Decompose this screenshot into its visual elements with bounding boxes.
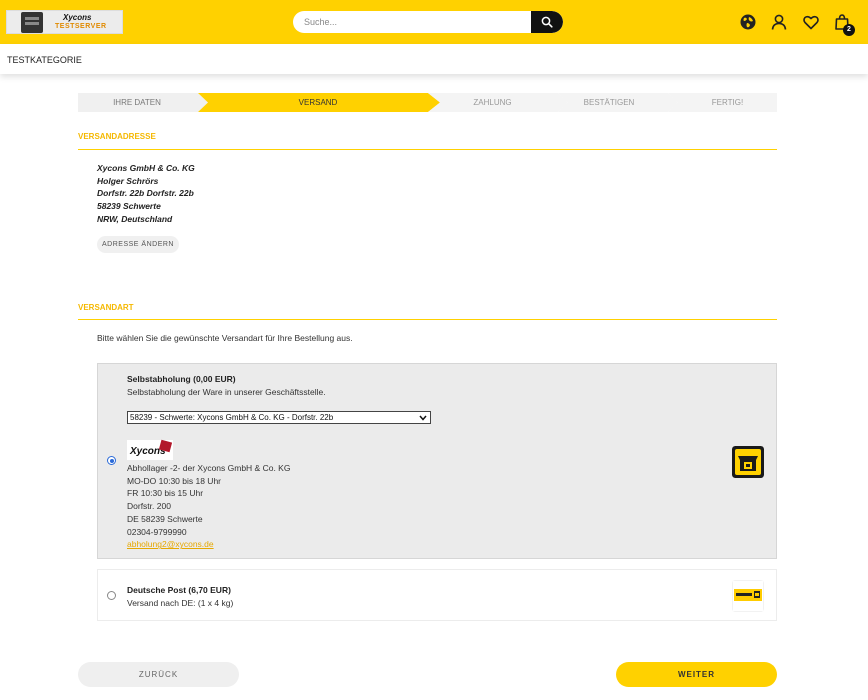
pickup-store-line: FR 10:30 bis 15 Uhr xyxy=(127,488,204,499)
divider xyxy=(78,319,777,320)
pickup-store-line: DE 58239 Schwerte xyxy=(127,513,203,524)
step-ihre-daten[interactable]: IHRE DATEN xyxy=(78,93,196,112)
step-zahlung: ZAHLUNG xyxy=(473,98,512,107)
pickup-store-email-link[interactable]: abholung2@xycons.de xyxy=(127,539,214,549)
next-button[interactable]: WEITER xyxy=(616,662,777,687)
address-line: NRW, Deutschland xyxy=(97,213,173,224)
back-button[interactable]: ZURÜCK xyxy=(78,662,239,687)
category-bar: TESTKATEGORIE xyxy=(0,44,868,74)
cart-count-badge: 2 xyxy=(843,24,855,36)
address-line: Holger Schrörs xyxy=(97,175,159,186)
address-line: Xycons GmbH & Co. KG xyxy=(97,163,195,173)
globe-icon[interactable] xyxy=(739,13,757,31)
header-bar: Xycons TESTSERVER 2 xyxy=(0,0,868,44)
address-line: Dorfstr. 22b Dorfstr. 22b xyxy=(97,188,194,199)
shipping-option-title: Deutsche Post (6,70 EUR) xyxy=(127,585,231,595)
store-pickup-icon xyxy=(732,446,764,478)
site-logo[interactable]: Xycons TESTSERVER xyxy=(6,10,123,34)
logo-name: Xycons xyxy=(63,13,92,22)
address-line: 58239 Schwerte xyxy=(97,201,161,212)
pickup-store-line: 02304-9799990 xyxy=(127,526,187,537)
shipping-method-title: VERSANDART xyxy=(78,303,134,312)
change-address-button[interactable]: ADRESSE ÄNDERN xyxy=(97,236,179,253)
divider xyxy=(78,149,777,150)
shipping-option-pickup[interactable]: Selbstabholung (0,00 EUR) Selbstabholung… xyxy=(97,363,777,559)
deutsche-post-icon xyxy=(732,580,764,612)
user-icon[interactable] xyxy=(770,13,788,31)
search-input[interactable] xyxy=(293,11,531,33)
shipping-option-radio[interactable] xyxy=(107,456,116,465)
pickup-store-line: Abhollager -2- der Xycons GmbH & Co. KG xyxy=(127,463,291,473)
pickup-store-line: Dorfstr. 200 xyxy=(127,501,171,512)
chevron-down-icon xyxy=(419,415,427,421)
shipping-method-intro: Bitte wählen Sie die gewünschte Versanda… xyxy=(97,333,353,343)
xycons-store-logo: Xycons xyxy=(127,439,173,460)
checkout-progress: IHRE DATEN VERSAND ZAHLUNG BESTÄTIGEN FE… xyxy=(78,93,777,112)
shipping-address-block: Xycons GmbH & Co. KG Holger Schrörs Dorf… xyxy=(97,162,195,226)
shipping-option-deutsche-post[interactable]: Deutsche Post (6,70 EUR) Versand nach DE… xyxy=(97,569,777,621)
heart-icon[interactable] xyxy=(802,13,820,31)
logo-subtitle: TESTSERVER xyxy=(55,23,107,30)
pickup-store-select[interactable]: 58239 - Schwerte: Xycons GmbH & Co. KG -… xyxy=(127,411,431,424)
shipping-option-description: Versand nach DE: (1 x 4 kg) xyxy=(127,598,234,608)
step-fertig: FERTIG! xyxy=(711,98,744,107)
pickup-store-selected: 58239 - Schwerte: Xycons GmbH & Co. KG -… xyxy=(130,413,334,422)
pickup-store-details: Abhollager -2- der Xycons GmbH & Co. KG … xyxy=(127,462,290,551)
shipping-address-title: VERSANDADRESSE xyxy=(78,132,156,141)
server-icon xyxy=(21,12,43,33)
search-button[interactable] xyxy=(531,11,563,33)
pickup-store-line: MO-DO 10:30 bis 18 Uhr xyxy=(127,475,222,486)
search-icon xyxy=(541,16,553,28)
shipping-option-radio[interactable] xyxy=(107,591,116,600)
shipping-option-title: Selbstabholung (0,00 EUR) xyxy=(127,374,236,384)
search-bar xyxy=(293,11,563,33)
shipping-option-description: Selbstabholung der Ware in unserer Gesch… xyxy=(127,387,326,397)
category-link-testkategorie[interactable]: TESTKATEGORIE xyxy=(7,55,82,65)
step-bestaetigen: BESTÄTIGEN xyxy=(583,98,635,107)
step-versand: VERSAND xyxy=(298,98,338,107)
